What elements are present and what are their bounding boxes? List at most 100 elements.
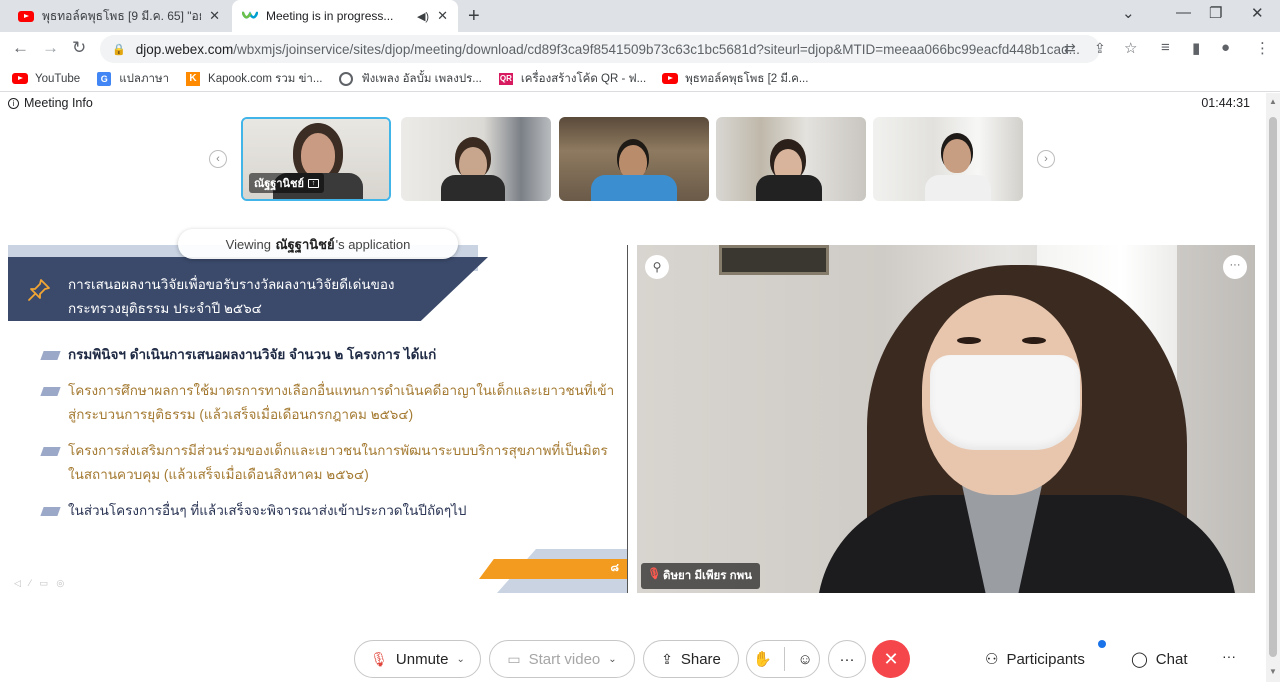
viewing-name: ณัฐฐานิชย์: [275, 236, 335, 252]
browser-menu-icon[interactable]: ⋮: [1255, 39, 1270, 57]
participants-notification-badge: [1098, 640, 1106, 648]
close-icon: ✕: [883, 649, 899, 669]
tab-search-icon[interactable]: ⌄: [1122, 4, 1135, 22]
bookmarks-bar: YouTube G แปลภาษา K Kapook.com รวม ข่า..…: [0, 66, 1280, 92]
reload-button[interactable]: ↻: [72, 38, 86, 58]
slide-annotation-tools[interactable]: ◁ ⁄ ▭ ◎: [14, 578, 67, 589]
pushpin-icon: [28, 279, 50, 301]
restore-button[interactable]: ❐: [1209, 4, 1222, 22]
globe-icon: [338, 71, 354, 86]
scrollbar-thumb[interactable]: [1269, 117, 1277, 657]
pin-video-icon[interactable]: ⚲: [645, 255, 669, 279]
participant-thumbnail-5[interactable]: [873, 117, 1023, 201]
thumbnails-next-button[interactable]: ›: [1037, 150, 1055, 168]
chat-button[interactable]: ◯ Chat: [1131, 650, 1188, 669]
thumbnails-prev-button[interactable]: ‹: [209, 150, 227, 168]
scroll-down-icon[interactable]: ▼: [1269, 667, 1277, 676]
close-window-button[interactable]: ✕: [1251, 4, 1264, 22]
bookmark-translate[interactable]: G แปลภาษา: [96, 70, 169, 88]
browser-tab-strip: พุธทอล์คพุธโพธ [9 มี.ค. 65] "อยากถ่า ✕ M…: [0, 0, 1280, 32]
more-options-button[interactable]: ···: [828, 640, 866, 678]
minimize-button[interactable]: —: [1176, 4, 1191, 21]
info-icon: i: [8, 97, 19, 109]
tab-title: พุธทอล์คพุธโพธ [9 มี.ค. 65] "อยากถ่า: [42, 8, 201, 23]
slide-bullets: กรมพินิจฯ ดำเนินการเสนอผลงานวิจัย จำนวน …: [42, 343, 622, 535]
youtube-icon: [18, 8, 34, 24]
slide-page-number: ๘: [610, 562, 620, 574]
leave-meeting-button[interactable]: ✕: [872, 640, 910, 678]
slide-title: การเสนอผลงานวิจัยเพื่อขอรับรางวัลผลงานวิ…: [68, 273, 458, 321]
url-path: /wbxmjs/joinservice/sites/djop/meeting/d…: [233, 41, 1080, 57]
meeting-timer: 01:44:31: [1201, 96, 1250, 110]
participant-thumbnail-3[interactable]: [559, 117, 709, 201]
webex-icon: [242, 8, 258, 24]
bookmark-qr[interactable]: QR เครื่องสร้างโค้ด QR - ฟ...: [498, 70, 646, 88]
meeting-info-button[interactable]: i Meeting Info: [8, 96, 93, 110]
new-tab-button[interactable]: +: [468, 5, 480, 28]
main-video-name-badge: 🎙 ดิษยา มีเพียร กพน: [641, 563, 761, 589]
bookmark-music[interactable]: ฟังเพลง อัลบั้ม เพลงปร...: [338, 70, 482, 88]
participant-name: ณัฐฐานิชย์: [254, 178, 304, 190]
reactions-group: ✋ ☺: [746, 640, 820, 678]
browser-tab-webex[interactable]: Meeting is in progress... ◀) ✕: [232, 0, 458, 32]
participant-name-badge: ณัฐฐานิชย์ ↑: [249, 173, 324, 193]
wall-frame: [719, 245, 829, 275]
reactions-icon[interactable]: ☺: [798, 651, 813, 668]
main-video-name: ดิษยา มีเพียร กพน: [663, 570, 753, 582]
side-panel-icon[interactable]: ▮: [1192, 39, 1200, 57]
tab-title: Meeting is in progress...: [266, 9, 394, 23]
lock-icon[interactable]: 🔒: [112, 43, 126, 56]
viewing-suffix: 's application: [335, 236, 411, 252]
bookmark-star-icon[interactable]: ☆: [1124, 39, 1137, 57]
bookmark-label: Kapook.com รวม ข่า...: [208, 72, 323, 85]
chat-icon: ◯: [1131, 651, 1148, 668]
share-label: Share: [680, 650, 721, 668]
share-page-icon[interactable]: ⇪: [1094, 40, 1106, 57]
viewing-prefix: Viewing: [225, 236, 275, 252]
meeting-info-label: Meeting Info: [24, 96, 93, 110]
youtube-icon: [662, 72, 679, 86]
qr-icon: QR: [498, 72, 513, 85]
translate-icon[interactable]: ⇄: [1064, 40, 1076, 57]
bookmark-youtube-2[interactable]: พุธทอล์คพุธโพธ [2 มี.ค...: [662, 70, 808, 88]
translate-icon: G: [96, 71, 112, 86]
slide-bullet: โครงการศึกษาผลการใช้มาตรการทางเลือกอื่นแ…: [42, 379, 622, 427]
bookmark-youtube[interactable]: YouTube: [12, 72, 80, 86]
chat-label: Chat: [1155, 650, 1188, 668]
chevron-down-icon[interactable]: ⌄: [456, 654, 464, 665]
main-video: ⚲ ··· 🎙 ดิษยา มีเพียร กพน: [637, 245, 1255, 593]
content-divider[interactable]: [627, 245, 628, 593]
slide-bullet: ในส่วนโครงการอื่นๆ ที่แล้วเสร็จจะพิจารณา…: [42, 499, 622, 523]
raise-hand-icon[interactable]: ✋: [753, 650, 772, 668]
participant-thumbnail-1[interactable]: ณัฐฐานิชย์ ↑: [241, 117, 391, 201]
back-button[interactable]: ←: [12, 38, 29, 58]
slide-title-line: กระทรวงยุติธรรม ประจำปี ๒๕๖๔: [68, 301, 262, 316]
participants-button[interactable]: ⚇ Participants: [985, 650, 1085, 669]
unmute-button[interactable]: 🎙 Unmute ⌄: [354, 640, 481, 678]
address-bar[interactable]: 🔒 djop.webex.com/wbxmjs/joinservice/site…: [100, 35, 1106, 63]
youtube-icon: [12, 72, 28, 86]
media-control-icon[interactable]: ≡: [1161, 39, 1170, 56]
bookmark-label: YouTube: [35, 72, 81, 85]
forward-button[interactable]: →: [42, 38, 59, 58]
page-scrollbar[interactable]: ▲ ▼: [1266, 93, 1280, 682]
chevron-down-icon[interactable]: ⌄: [608, 654, 616, 665]
scroll-up-icon[interactable]: ▲: [1269, 97, 1277, 106]
bookmark-kapook[interactable]: K Kapook.com รวม ข่า...: [185, 70, 322, 88]
profile-avatar-icon[interactable]: ●: [1221, 39, 1230, 56]
start-video-button[interactable]: ▭ Start video ⌄: [489, 640, 635, 678]
browser-tab-youtube[interactable]: พุธทอล์คพุธโพธ [9 มี.ค. 65] "อยากถ่า ✕: [8, 0, 230, 32]
video-more-options-icon[interactable]: ···: [1223, 255, 1247, 279]
close-tab-icon[interactable]: ✕: [437, 8, 448, 24]
more-icon: ···: [839, 650, 855, 668]
share-button[interactable]: ⇪ Share: [643, 640, 739, 678]
panel-more-icon[interactable]: ···: [1222, 648, 1236, 664]
bookmark-label: ฟังเพลง อัลบั้ม เพลงปร...: [361, 72, 482, 85]
participant-thumbnail-4[interactable]: [716, 117, 866, 201]
url-host: djop.webex.com: [135, 41, 234, 57]
participants-icon: ⚇: [985, 651, 999, 668]
close-tab-icon[interactable]: ✕: [209, 8, 220, 24]
participant-thumbnail-2[interactable]: [401, 117, 551, 201]
speaker-icon[interactable]: ◀): [417, 10, 429, 23]
mic-muted-icon: 🎙: [370, 650, 388, 667]
